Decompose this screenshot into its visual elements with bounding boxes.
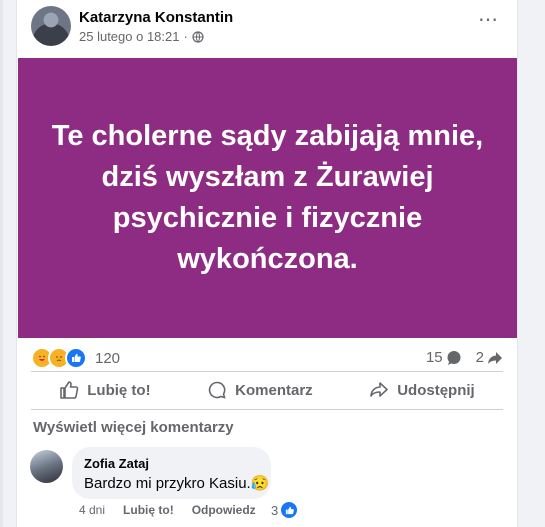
comment-bubble: Zofia Zataj Bardzo mi przykro Kasiu.😥	[72, 447, 271, 499]
action-bar: Lubię to! Komentarz Udostępnij	[31, 372, 503, 408]
comment-reply-link[interactable]: Odpowiedz	[192, 503, 256, 517]
view-more-comments-link[interactable]: Wyświetl więcej komentarzy	[33, 419, 234, 436]
share-arrow-icon	[488, 351, 502, 364]
comment-icon	[208, 381, 226, 399]
thumbs-up-icon	[60, 381, 79, 399]
more-options-icon[interactable]: ⋯	[478, 10, 499, 30]
comments-count-value: 15	[425, 349, 443, 366]
comment-like-link[interactable]: Lubię to!	[123, 503, 174, 517]
post-banner: Te cholerne sądy zabijają mnie, dziś wys…	[18, 58, 517, 338]
left-edge	[0, 0, 3, 527]
shares-count[interactable]: 2	[476, 349, 503, 366]
comment-like-count: 3	[271, 502, 279, 518]
comment-button[interactable]: Komentarz	[195, 374, 325, 406]
reactions-summary[interactable]: 120	[31, 347, 120, 369]
share-button[interactable]: Udostępnij	[357, 374, 487, 406]
divider-bottom	[31, 409, 503, 410]
commenter-name[interactable]: Zofia Zataj	[84, 456, 149, 471]
author-avatar[interactable]	[31, 6, 71, 46]
like-button-label: Lubię to!	[87, 381, 151, 399]
comment-meta: 4 dni Lubię to! Odpowiedz	[79, 503, 256, 517]
commenter-avatar[interactable]	[30, 450, 63, 483]
reactions-count: 120	[95, 349, 121, 367]
shares-count-value: 2	[475, 349, 484, 366]
comment-reactions[interactable]: 3	[271, 501, 299, 519]
comment-emoji: 😥	[250, 475, 270, 492]
comment-text: Bardzo mi przykro Kasiu.😥	[84, 474, 269, 492]
comment-age[interactable]: 4 dni	[79, 503, 105, 517]
like-icon	[280, 501, 299, 519]
post-text: Te cholerne sądy zabijają mnie, dziś wys…	[51, 120, 484, 275]
comments-count[interactable]: 15	[426, 349, 462, 366]
comment-text-body: Bardzo mi przykro Kasiu.	[84, 475, 251, 492]
globe-icon	[192, 30, 204, 43]
reaction-icons	[31, 347, 87, 369]
engagement-counts: 15 2	[426, 349, 503, 366]
share-button-label: Udostępnij	[397, 381, 475, 399]
comment-button-label: Komentarz	[235, 381, 313, 399]
share-icon	[370, 382, 389, 397]
author-name[interactable]: Katarzyna Konstantin	[79, 9, 233, 26]
meta-separator: ·	[183, 29, 188, 44]
post-timestamp[interactable]: 25 lutego o 18:21	[79, 29, 179, 44]
comment-bubble-icon	[447, 350, 461, 365]
post-card: Katarzyna Konstantin 25 lutego o 18:21 ·…	[17, 0, 517, 527]
post-meta: 25 lutego o 18:21 ·	[79, 29, 204, 44]
like-button[interactable]: Lubię to!	[47, 374, 162, 406]
like-icon	[65, 347, 87, 369]
